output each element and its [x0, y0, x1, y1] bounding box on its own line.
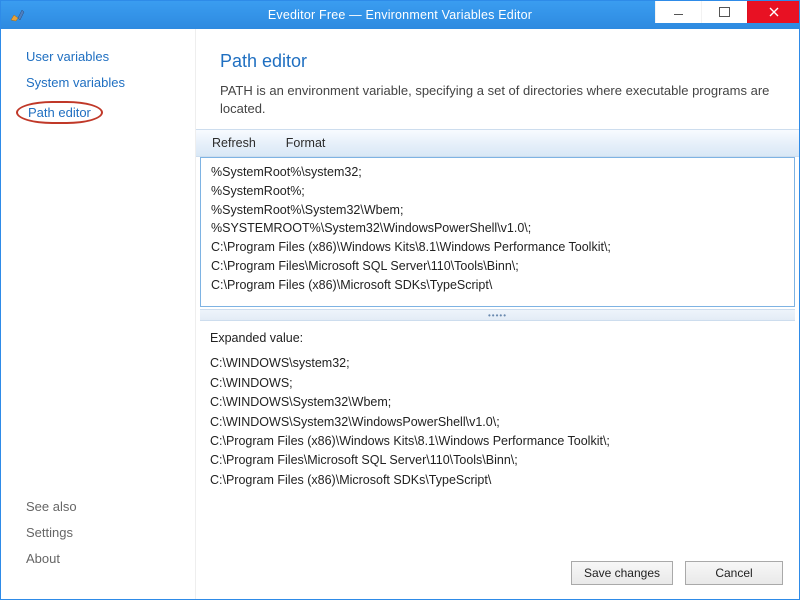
format-button[interactable]: Format: [286, 136, 326, 150]
sidebar-main-items: User variables System variables Path edi…: [1, 49, 195, 135]
expanded-value-label: Expanded value:: [210, 329, 785, 348]
minimize-button[interactable]: [655, 1, 701, 23]
sidebar-item-user-variables[interactable]: User variables: [26, 49, 109, 64]
window-title: Eveditor Free — Environment Variables Ed…: [268, 8, 532, 22]
page-header: Path editor PATH is an environment varia…: [196, 29, 799, 129]
refresh-button[interactable]: Refresh: [212, 136, 256, 150]
sidebar-item-path-editor[interactable]: Path editor: [16, 101, 103, 124]
path-editor-textarea[interactable]: %SystemRoot%\system32; %SystemRoot%; %Sy…: [200, 157, 795, 307]
sidebar-item-settings[interactable]: Settings: [26, 525, 73, 540]
sidebar-item-about[interactable]: About: [26, 551, 60, 566]
page-title: Path editor: [220, 51, 775, 72]
sidebar-bottom: See also Settings About: [1, 499, 195, 599]
main-panel: Path editor PATH is an environment varia…: [196, 29, 799, 599]
window-controls: [655, 1, 799, 23]
splitter-handle[interactable]: •••••: [200, 309, 795, 321]
window-body: User variables System variables Path edi…: [1, 29, 799, 599]
sidebar-item-system-variables[interactable]: System variables: [26, 75, 125, 90]
expanded-value-panel: Expanded value: C:\WINDOWS\system32; C:\…: [200, 323, 795, 551]
expanded-value-text: C:\WINDOWS\system32; C:\WINDOWS; C:\WIND…: [210, 354, 785, 490]
toolbar: Refresh Format: [196, 129, 799, 157]
close-button[interactable]: [747, 1, 799, 23]
see-also-heading: See also: [26, 499, 77, 514]
titlebar[interactable]: Eveditor Free — Environment Variables Ed…: [1, 1, 799, 29]
app-window: Eveditor Free — Environment Variables Ed…: [0, 0, 800, 600]
sidebar: User variables System variables Path edi…: [1, 29, 196, 599]
maximize-button[interactable]: [701, 1, 747, 23]
save-changes-button[interactable]: Save changes: [571, 561, 673, 585]
footer-buttons: Save changes Cancel: [196, 551, 799, 599]
content-area: %SystemRoot%\system32; %SystemRoot%; %Sy…: [196, 157, 799, 551]
app-icon: [9, 7, 25, 23]
page-description: PATH is an environment variable, specify…: [220, 82, 775, 117]
cancel-button[interactable]: Cancel: [685, 561, 783, 585]
